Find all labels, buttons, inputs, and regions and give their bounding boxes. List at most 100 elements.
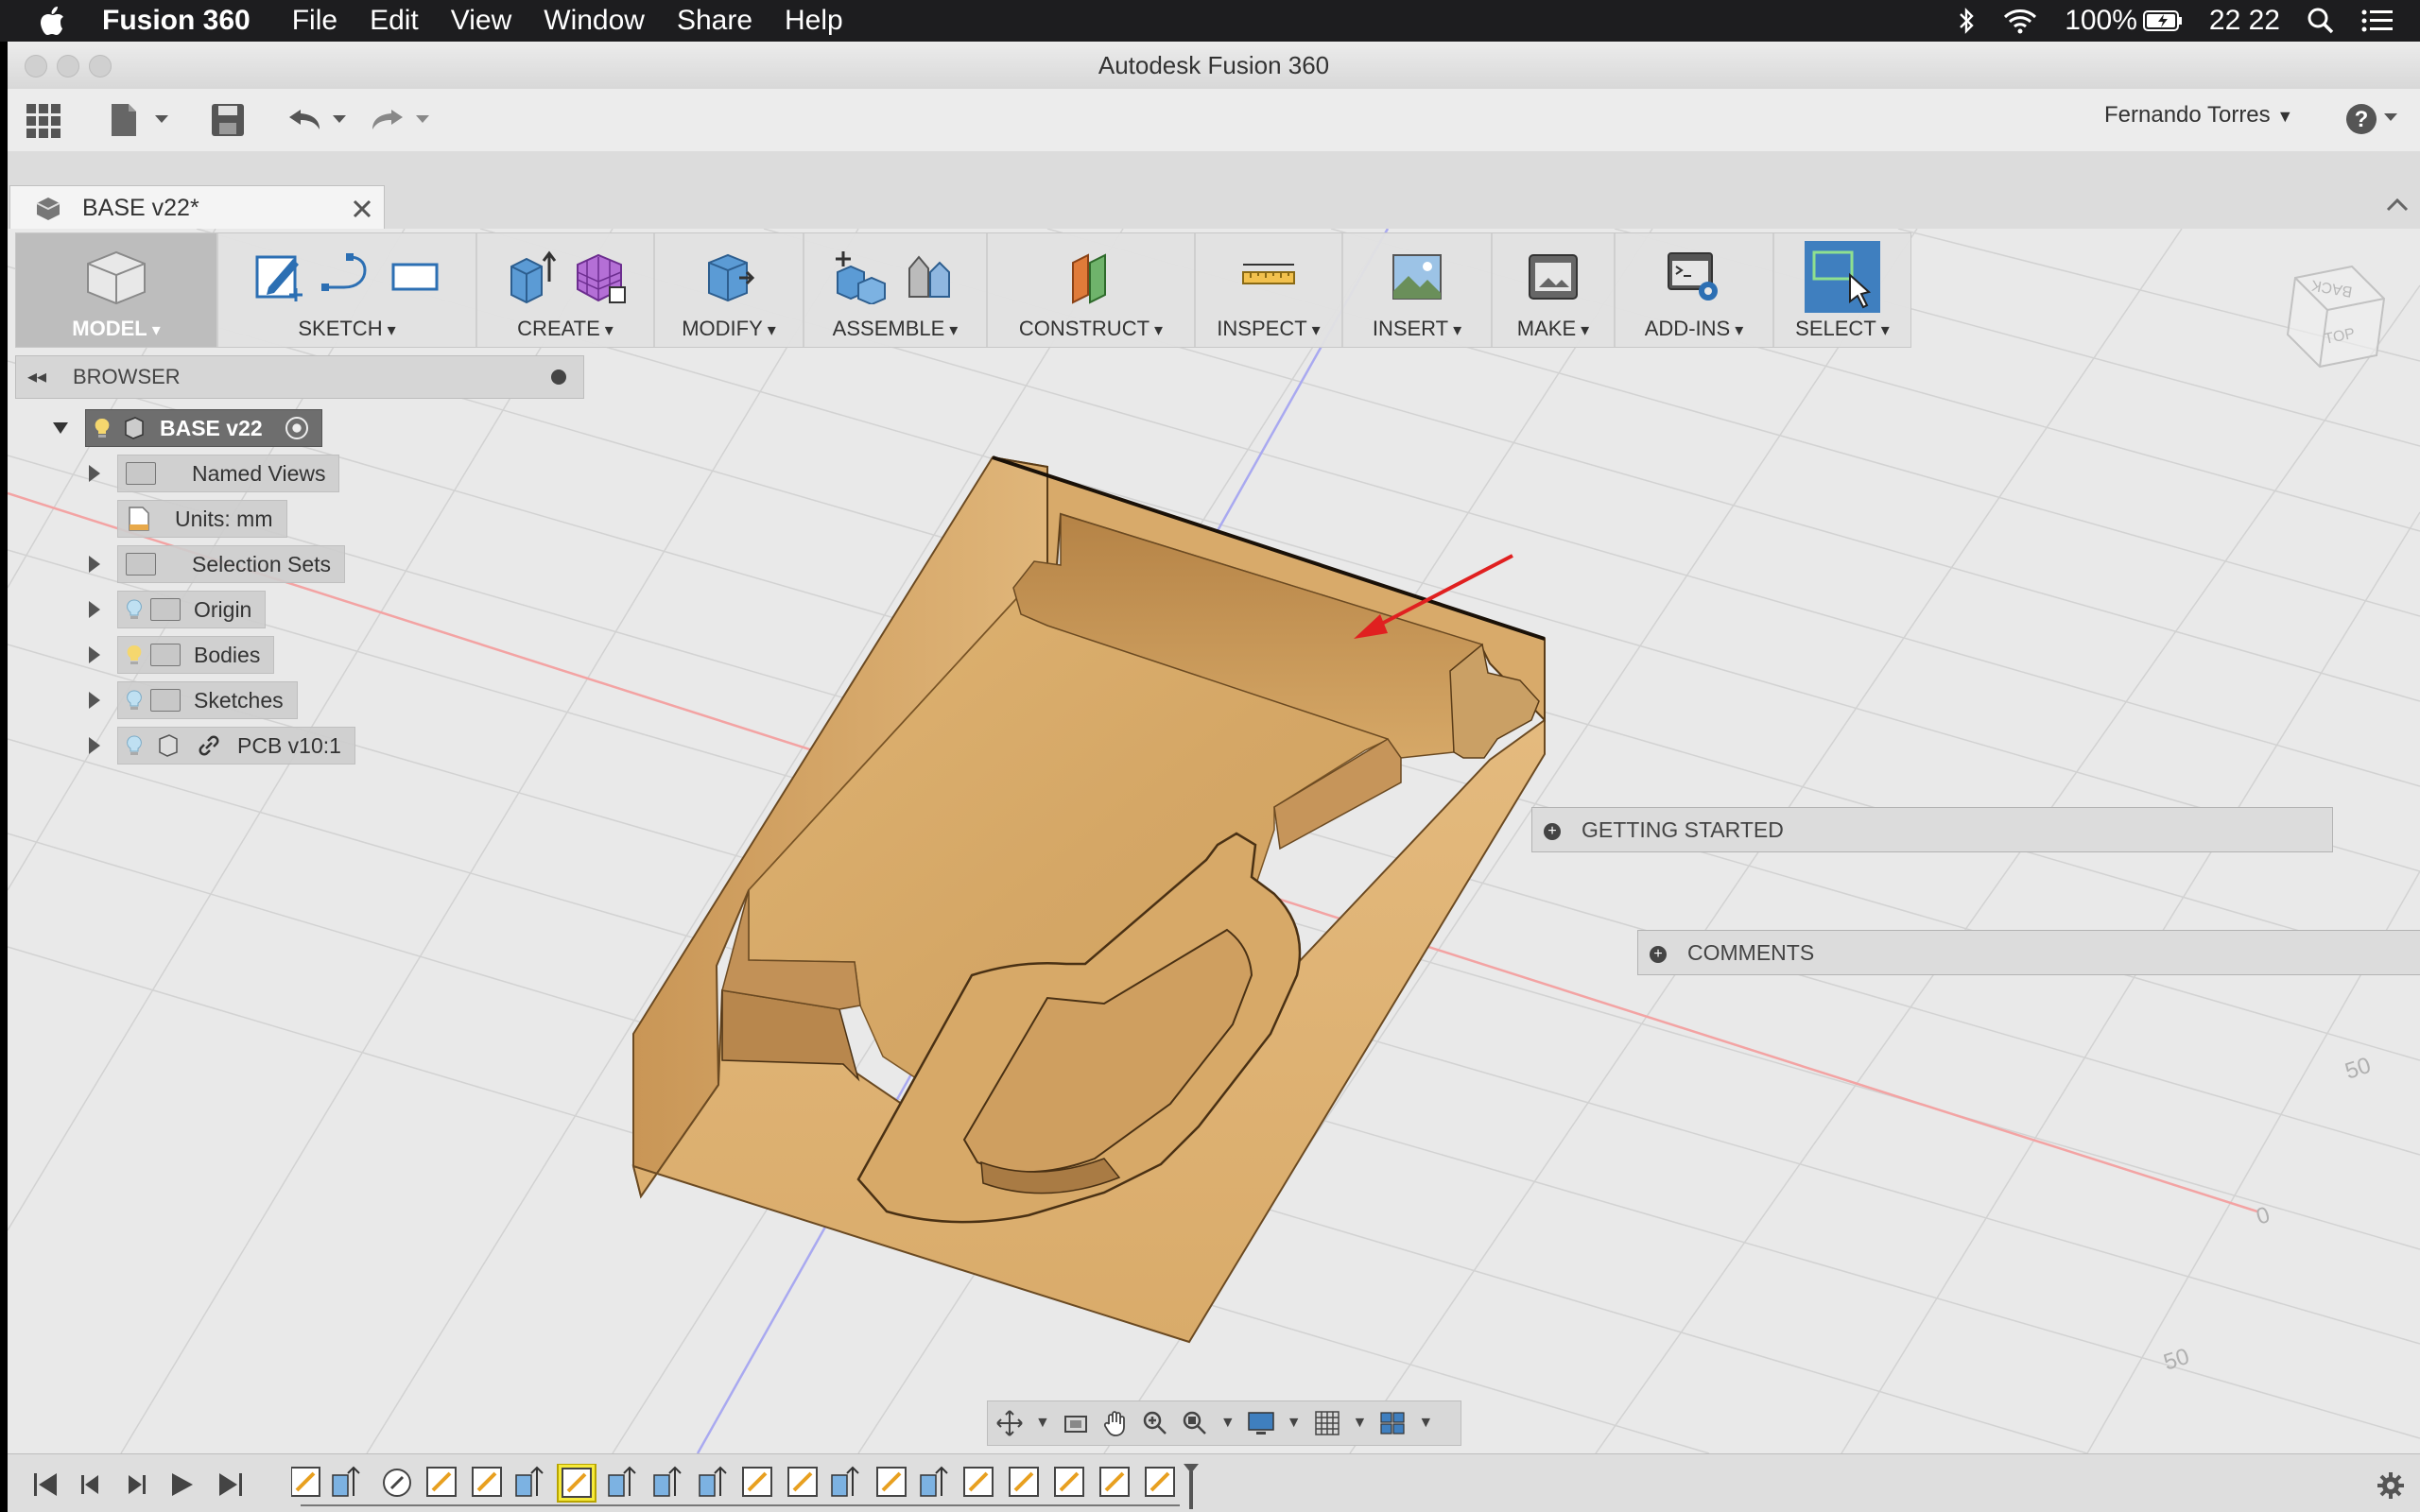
visibility-bulb-off-icon[interactable]: [126, 599, 143, 620]
workspace-switcher[interactable]: MODEL: [16, 233, 218, 347]
browser-item-sketches[interactable]: Sketches: [89, 681, 298, 719]
expand-pcb-icon[interactable]: [89, 737, 100, 754]
ribbon-group-addins[interactable]: ADD-INS: [1616, 233, 1774, 347]
undo-icon[interactable]: [287, 104, 354, 136]
bluetooth-icon[interactable]: [1957, 7, 1976, 35]
scripts-addins-icon[interactable]: [1667, 249, 1721, 304]
grid-snaps-icon[interactable]: [1313, 1409, 1341, 1437]
timeline-go-to-end-icon[interactable]: [217, 1471, 244, 1498]
data-panel-grid-icon[interactable]: [26, 104, 60, 138]
timeline-feature-extrude[interactable]: [699, 1466, 727, 1497]
extrude-icon[interactable]: [504, 249, 559, 304]
timeline-marker-handle[interactable]: [1184, 1464, 1199, 1509]
menu-help[interactable]: Help: [785, 5, 843, 37]
measure-icon[interactable]: [1241, 249, 1296, 304]
visibility-bulb-icon[interactable]: [126, 644, 143, 665]
file-menu-icon[interactable]: [110, 102, 172, 138]
expand-named-views-icon[interactable]: [89, 465, 100, 482]
expand-bodies-icon[interactable]: [89, 646, 100, 663]
timeline-settings-gear-icon[interactable]: [2377, 1471, 2405, 1500]
notification-center-icon[interactable]: [2361, 9, 2394, 33]
collapse-browser-icon[interactable]: ◂◂: [27, 356, 46, 398]
ribbon-group-create[interactable]: CREATE: [477, 233, 655, 347]
battery-icon[interactable]: [2142, 9, 2183, 32]
collapse-ribbon-chevron-icon[interactable]: [2386, 197, 2409, 212]
menu-file[interactable]: File: [292, 5, 337, 37]
apple-icon[interactable]: [38, 5, 66, 37]
menu-window[interactable]: Window: [544, 5, 645, 37]
timeline-feature-sketch[interactable]: [742, 1467, 772, 1497]
timeline-feature-sketch[interactable]: [1054, 1467, 1084, 1497]
display-settings-icon[interactable]: [1247, 1409, 1275, 1437]
timeline-feature-sketch[interactable]: [963, 1467, 994, 1497]
orbit-dropdown-icon[interactable]: ▼: [1035, 1415, 1050, 1432]
ribbon-group-modify[interactable]: MODIFY: [655, 233, 804, 347]
ribbon-group-assemble[interactable]: ASSEMBLE: [804, 233, 988, 347]
save-icon[interactable]: [210, 102, 248, 138]
select-tool-icon[interactable]: [1805, 241, 1880, 313]
window-close-button[interactable]: [25, 55, 47, 77]
expand-sketches-icon[interactable]: [89, 692, 100, 709]
timeline-feature-sketch[interactable]: [876, 1467, 907, 1497]
ribbon-group-insert[interactable]: INSERT: [1343, 233, 1493, 347]
timeline-features[interactable]: [291, 1464, 1199, 1509]
browser-item-pcb-component[interactable]: PCB v10:1: [89, 727, 355, 765]
expand-plus-icon[interactable]: +: [1650, 945, 1667, 963]
document-tab[interactable]: BASE v22*: [9, 185, 385, 230]
timeline-play-icon[interactable]: [168, 1471, 195, 1498]
insert-image-icon[interactable]: [1390, 249, 1444, 304]
wood-base-body[interactable]: [631, 455, 1546, 1344]
menu-share[interactable]: Share: [677, 5, 752, 37]
timeline-feature-sketch[interactable]: [787, 1467, 818, 1497]
timeline-go-to-start-icon[interactable]: [32, 1471, 59, 1498]
expand-root-icon[interactable]: [53, 422, 68, 434]
ribbon-group-make[interactable]: MAKE: [1493, 233, 1616, 347]
canvas-viewport[interactable]: 50 0 50 MODEL ▾ SKETCH ▾ CREATE ▾ MODIFY…: [8, 229, 2420, 1453]
timeline-feature-sketch[interactable]: [291, 1467, 320, 1497]
expand-plus-icon[interactable]: +: [1544, 822, 1561, 840]
view-cube[interactable]: BACK TOP: [2267, 249, 2399, 382]
viewports-dropdown-icon[interactable]: ▼: [1418, 1415, 1433, 1432]
timeline-feature-extrude[interactable]: [608, 1466, 636, 1497]
visibility-bulb-off-icon[interactable]: [126, 690, 143, 711]
timeline-feature-sketch-selected[interactable]: [557, 1464, 596, 1503]
zoom-dropdown-icon[interactable]: ▼: [1220, 1415, 1236, 1432]
expand-selection-sets-icon[interactable]: [89, 556, 100, 573]
offset-plane-icon[interactable]: [1063, 249, 1118, 304]
close-tab-icon[interactable]: [353, 199, 372, 218]
user-account-menu[interactable]: Fernando Torres ▼: [2104, 102, 2293, 129]
fit-zoom-window-icon[interactable]: [1181, 1409, 1209, 1437]
spotlight-search-icon[interactable]: [2307, 7, 2335, 35]
new-component-icon[interactable]: [834, 249, 889, 304]
ribbon-group-select[interactable]: SELECT: [1774, 233, 1910, 347]
help-icon[interactable]: ?: [2344, 102, 2403, 136]
getting-started-panel[interactable]: + GETTING STARTED: [1531, 807, 2333, 852]
zoom-icon[interactable]: [1141, 1409, 1169, 1437]
timeline-step-forward-icon[interactable]: [123, 1471, 149, 1498]
joint-icon[interactable]: [902, 249, 957, 304]
expand-origin-icon[interactable]: [89, 601, 100, 618]
browser-item-selection-sets[interactable]: Selection Sets: [89, 545, 346, 583]
timeline-feature-extrude[interactable]: [653, 1466, 682, 1497]
ribbon-group-sketch[interactable]: SKETCH: [218, 233, 477, 347]
activate-component-radio[interactable]: [285, 417, 308, 439]
window-minimize-button[interactable]: [57, 55, 79, 77]
timeline-feature-sketch[interactable]: [1099, 1467, 1130, 1497]
timeline-feature-sketch[interactable]: [426, 1467, 457, 1497]
3d-print-icon[interactable]: [1526, 249, 1581, 304]
visibility-bulb-icon[interactable]: [94, 418, 111, 438]
menu-edit[interactable]: Edit: [370, 5, 419, 37]
clock[interactable]: 22 22: [2209, 5, 2280, 37]
display-dropdown-icon[interactable]: ▼: [1287, 1415, 1302, 1432]
browser-panel-header[interactable]: ◂◂ BROWSER: [15, 355, 584, 399]
browser-root-row[interactable]: BASE v22: [53, 409, 322, 447]
orbit-icon[interactable]: [995, 1409, 1024, 1437]
timeline-feature-extrude[interactable]: [920, 1466, 948, 1497]
timeline-feature-sketch[interactable]: [1009, 1467, 1039, 1497]
line-tool-icon[interactable]: [320, 249, 374, 304]
browser-pin-icon[interactable]: [551, 369, 566, 385]
redo-icon[interactable]: [371, 104, 437, 136]
browser-item-bodies[interactable]: Bodies: [89, 636, 275, 674]
press-pull-icon[interactable]: [701, 249, 756, 304]
create-sketch-icon[interactable]: [251, 249, 306, 304]
